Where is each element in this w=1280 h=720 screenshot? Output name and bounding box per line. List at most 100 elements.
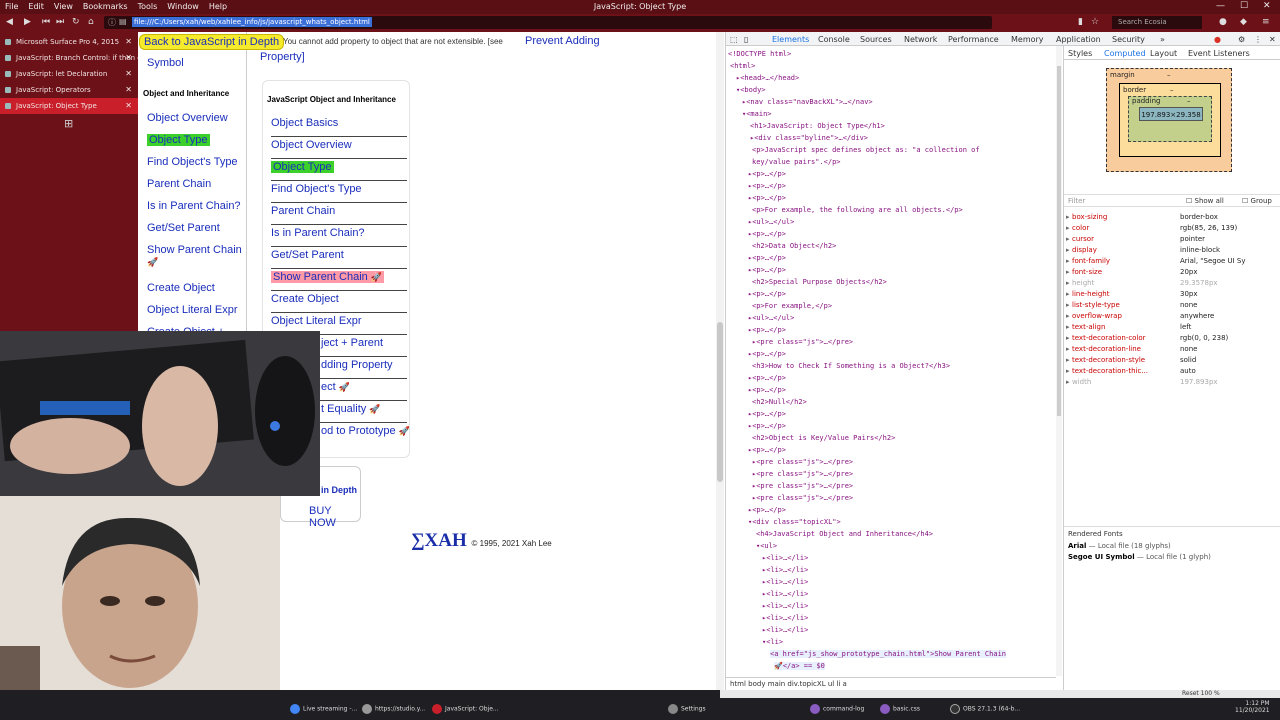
close-devtools-icon[interactable]: ✕ xyxy=(1269,35,1276,44)
expand-icon[interactable]: ▸ xyxy=(1066,378,1070,386)
dom-node-line[interactable]: ▸<li>…</li> xyxy=(762,626,808,634)
sidebar-item-create-object[interactable]: Create Object xyxy=(147,282,215,294)
dom-node-line[interactable]: ▸<head>…</head> xyxy=(736,74,799,82)
back-icon[interactable]: ◀ xyxy=(6,17,13,27)
taskbar-item-studio[interactable]: https://studio.y... xyxy=(362,704,425,718)
group-checkbox[interactable]: ☐ Group xyxy=(1242,197,1272,205)
tab-let-declaration[interactable]: JavaScript: let Declaration ✕ xyxy=(0,66,138,82)
extensions-icon[interactable]: ◆ xyxy=(1240,17,1247,27)
close-tab-icon[interactable]: ✕ xyxy=(125,69,132,78)
elements-tree[interactable]: <!DOCTYPE html> <html> ▸<head>…</head> ▾<bo… xyxy=(726,46,1056,676)
tab-application[interactable]: Application xyxy=(1056,35,1101,44)
taskbar-item-settings[interactable]: Settings xyxy=(668,704,706,718)
topic-item-show-parent-chain[interactable]: Show Parent Chain 🚀 xyxy=(271,269,407,291)
dom-node-line[interactable]: <h2>Null</h2> xyxy=(752,398,807,406)
inspect-icon[interactable]: ⬚ xyxy=(730,35,738,44)
expand-icon[interactable]: ▸ xyxy=(1066,356,1070,364)
more-tabs-icon[interactable]: » xyxy=(1160,35,1165,44)
tab-surface-pro[interactable]: Microsoft Surface Pro 4, 2015 ✕ xyxy=(0,34,138,50)
dom-node-line[interactable]: ▸<li>…</li> xyxy=(762,590,808,598)
taskbar-item-basic-css[interactable]: basic.css xyxy=(880,704,920,718)
dom-node-line[interactable]: ▾<div class="topicXL"> xyxy=(748,518,841,526)
dom-node-line[interactable]: <h3>How to Check If Something is a Objec… xyxy=(752,362,950,370)
tab-operators[interactable]: JavaScript: Operators ✕ xyxy=(0,82,138,98)
prevent-adding-link[interactable]: Prevent Adding xyxy=(525,35,600,47)
topic-item-object-type[interactable]: Object Type xyxy=(271,159,407,181)
dom-node-line[interactable]: <h2>Object is Key/Value Pairs</h2> xyxy=(752,434,895,442)
close-tab-icon[interactable]: ✕ xyxy=(125,85,132,94)
info-icon[interactable]: ⓘ xyxy=(108,17,116,28)
menu-tools[interactable]: Tools xyxy=(133,0,163,11)
dom-node-line[interactable]: <html> xyxy=(730,62,755,70)
dom-node-line[interactable]: key/value pairs".</p> xyxy=(752,158,841,166)
dom-node-line[interactable]: ▸<p>…</p> xyxy=(748,170,786,178)
settings-gear-icon[interactable]: ⚙ xyxy=(1238,35,1245,44)
device-icon[interactable]: ▯ xyxy=(744,35,748,44)
sidebar-item-show-parent-chain[interactable]: Show Parent Chain 🚀 xyxy=(147,244,242,268)
expand-icon[interactable]: ▸ xyxy=(1066,257,1070,265)
minimize-icon[interactable]: — xyxy=(1216,1,1225,11)
dom-node-line[interactable]: <!DOCTYPE html> xyxy=(728,50,791,58)
taskbar-item-obs[interactable]: OBS 27.1.3 (64-b... xyxy=(950,704,1020,718)
dom-node-line[interactable]: ▸<p>…</p> xyxy=(748,266,786,274)
expand-icon[interactable]: ▸ xyxy=(1066,301,1070,309)
dom-node-line[interactable]: ▸<p>…</p> xyxy=(748,230,786,238)
topic-item-object-overview[interactable]: Object Overview xyxy=(271,137,407,159)
dom-breadcrumbs[interactable]: html body main div.topicXL ul li a xyxy=(726,677,1056,690)
dom-node-line[interactable]: <p>For example, the following are all ob… xyxy=(752,206,963,214)
dom-node-line[interactable]: ▸<p>…</p> xyxy=(748,506,786,514)
dom-node-line[interactable]: ▸<div class="byline">…</div> xyxy=(750,134,868,142)
new-tab-icon[interactable]: ⊞ xyxy=(64,117,73,130)
topic-item-is-in-parent-chain[interactable]: Is in Parent Chain? xyxy=(271,225,407,247)
sidebar-item-parent-chain[interactable]: Parent Chain xyxy=(147,178,211,190)
expand-icon[interactable]: ▸ xyxy=(1066,290,1070,298)
dom-node-line[interactable]: ▸<p>…</p> xyxy=(748,194,786,202)
topic-item-object-basics[interactable]: Object Basics xyxy=(271,115,407,137)
dom-node-line[interactable]: ▸<p>…</p> xyxy=(748,446,786,454)
dom-node-line[interactable]: <h2>Data Object</h2> xyxy=(752,242,836,250)
expand-icon[interactable]: ▸ xyxy=(1066,279,1070,287)
kebab-menu-icon[interactable]: ⋮ xyxy=(1254,35,1262,44)
address-bar[interactable]: ⓘ ▤ file:///C:/Users/xah/web/xahlee_info… xyxy=(104,16,992,29)
menu-window[interactable]: Window xyxy=(162,0,204,11)
close-tab-icon[interactable]: ✕ xyxy=(125,37,132,46)
expand-icon[interactable]: ▸ xyxy=(1066,268,1070,276)
sidebar-item-find-type[interactable]: Find Object's Type xyxy=(147,156,238,168)
dom-node-line[interactable]: ▸<p>…</p> xyxy=(748,410,786,418)
filter-input[interactable]: Filter xyxy=(1068,197,1085,205)
url-text[interactable]: file:///C:/Users/xah/web/xahlee_info/js/… xyxy=(132,17,372,27)
dom-node-line[interactable]: ▸<pre class="js">…</pre> xyxy=(752,494,853,502)
dom-node-line[interactable]: ▸<pre class="js">…</pre> xyxy=(752,338,853,346)
elements-scrollbar[interactable] xyxy=(1056,46,1062,676)
search-input[interactable]: Search Ecosia xyxy=(1112,16,1202,29)
buy-now-link[interactable]: BUY NOW xyxy=(309,505,360,529)
dom-node-line[interactable]: ▸<p>…</p> xyxy=(748,350,786,358)
menu-help[interactable]: Help xyxy=(204,0,232,11)
dom-node-line[interactable]: ▸<li>…</li> xyxy=(762,554,808,562)
taskbar-item-javascript[interactable]: JavaScript: Obje... xyxy=(432,704,499,718)
dom-node-line[interactable]: ▾<li> xyxy=(762,638,783,646)
dom-node-line[interactable]: <p>For example,</p> xyxy=(752,302,832,310)
dom-node-line[interactable]: ▸<ul>…</ul> xyxy=(748,314,794,322)
star-icon[interactable]: ☆ xyxy=(1091,17,1099,27)
page-scrollbar[interactable] xyxy=(716,32,724,690)
dom-node-line[interactable]: ▸<p>…</p> xyxy=(748,326,786,334)
expand-icon[interactable]: ▸ xyxy=(1066,224,1070,232)
sidebar-item-object-overview[interactable]: Object Overview xyxy=(147,112,228,124)
zoom-status[interactable]: Reset 100 % xyxy=(1182,690,1220,697)
dom-node-line[interactable]: <p>JavaScript spec defines object as: "a… xyxy=(752,146,980,154)
topic-item-parent-chain[interactable]: Parent Chain xyxy=(271,203,407,225)
close-tab-icon[interactable]: ✕ xyxy=(125,53,132,62)
sidebar-item-is-in-parent-chain[interactable]: Is in Parent Chain? xyxy=(147,200,241,212)
tab-network[interactable]: Network xyxy=(904,35,937,44)
dom-node-line[interactable]: ▸<pre class="js">…</pre> xyxy=(752,470,853,478)
prevent-adding-link-cont[interactable]: Property] xyxy=(260,51,305,63)
tab-computed[interactable]: Computed xyxy=(1104,49,1146,58)
topic-item-find-type[interactable]: Find Object's Type xyxy=(271,181,407,203)
dom-node-line[interactable]: ▸<ul>…</ul> xyxy=(748,218,794,226)
expand-icon[interactable]: ▸ xyxy=(1066,246,1070,254)
reload-icon[interactable]: ↻ xyxy=(72,17,80,27)
dom-node-line[interactable]: ▸<p>…</p> xyxy=(748,182,786,190)
expand-icon[interactable]: ▸ xyxy=(1066,345,1070,353)
dom-node-line[interactable]: ▸<p>…</p> xyxy=(748,374,786,382)
